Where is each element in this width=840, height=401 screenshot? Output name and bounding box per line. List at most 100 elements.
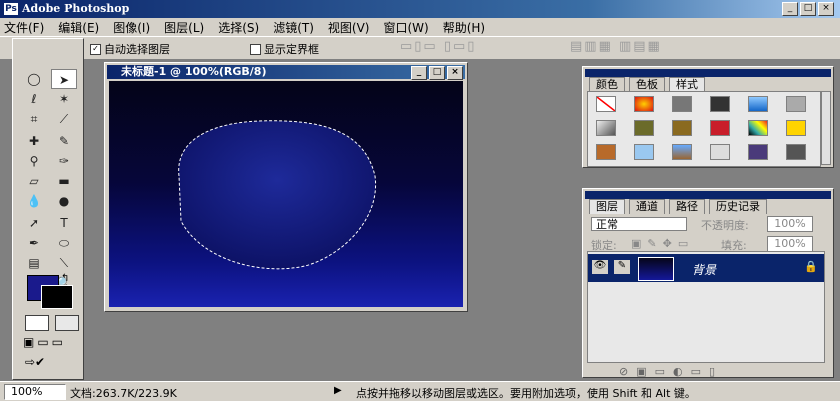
style-swatch[interactable] — [634, 120, 654, 136]
crop-tool-icon[interactable]: ⌗ — [21, 109, 47, 129]
gradient-tool-icon[interactable]: ▬ — [51, 171, 77, 191]
style-none-swatch[interactable] — [596, 96, 616, 112]
close-button[interactable]: × — [818, 2, 834, 16]
brush-tool-icon[interactable]: ✎ — [51, 131, 77, 151]
tab-swatches[interactable]: 色板 — [629, 77, 665, 92]
style-swatch[interactable] — [786, 144, 806, 160]
lasso-tool-icon[interactable]: ℓ — [21, 89, 47, 109]
style-swatch[interactable] — [634, 144, 654, 160]
menu-layer[interactable]: 图层(L) — [164, 19, 204, 36]
menu-help[interactable]: 帮助(H) — [443, 19, 485, 36]
eraser-tool-icon[interactable]: ▱ — [21, 171, 47, 191]
layers-panel: 图层 通道 路径 历史记录 正常 不透明度: 100% 锁定: ▣✎✥▭ 填充:… — [582, 188, 834, 378]
status-hint-text: 点按并拖移以移动图层或选区。要用附加选项，使用 Shift 和 Alt 键。 — [356, 387, 696, 400]
styles-grid — [587, 91, 821, 167]
style-swatch[interactable] — [596, 144, 616, 160]
photoshop-logo-icon: Ps — [4, 3, 18, 15]
tab-paths[interactable]: 路径 — [669, 199, 705, 214]
move-tool-icon[interactable]: ➤ — [51, 69, 77, 89]
bounding-box-checkbox[interactable] — [250, 42, 261, 55]
layers-list: 👁 ✎ 背景 🔒 — [587, 251, 825, 363]
auto-select-checkbox[interactable]: ✓ — [90, 42, 101, 55]
selection-marquee — [178, 120, 377, 270]
dodge-tool-icon[interactable]: ● — [51, 191, 77, 211]
background-color-swatch[interactable] — [41, 285, 73, 309]
menu-view[interactable]: 视图(V) — [328, 19, 370, 36]
history-brush-icon[interactable]: ✑ — [51, 151, 77, 171]
options-bar: ➶ ✓ 自动选择图层 显示定界框 ▭▯▭ ▯▭▯ ▤▥▦ ▥▤▦ — [0, 36, 840, 60]
tab-history[interactable]: 历史记录 — [709, 199, 767, 214]
shape-tool-icon[interactable]: ⬭ — [51, 233, 77, 253]
style-swatch[interactable] — [710, 144, 730, 160]
style-swatch[interactable] — [786, 120, 806, 136]
marquee-tool-icon[interactable]: ◯ — [21, 69, 47, 89]
quick-mask-button[interactable] — [55, 315, 79, 331]
style-swatch[interactable] — [710, 96, 730, 112]
style-swatch[interactable] — [786, 96, 806, 112]
slice-tool-icon[interactable]: ⟋ — [51, 109, 77, 129]
fill-input[interactable]: 100% — [767, 236, 813, 252]
type-tool-icon[interactable]: T — [51, 213, 77, 233]
tab-color[interactable]: 颜色 — [589, 77, 625, 92]
style-swatch[interactable] — [672, 96, 692, 112]
doc-maximize-button[interactable]: □ — [429, 66, 445, 80]
menu-filter[interactable]: 滤镜(T) — [273, 19, 314, 36]
doc-size-text: 文档:263.7K/223.9K — [70, 387, 177, 400]
menu-file[interactable]: 文件(F) — [4, 19, 44, 36]
layer-name: 背景 — [692, 263, 717, 277]
status-arrow-icon[interactable]: ▶ — [334, 385, 342, 396]
jump-to-imageready-icon[interactable]: ⇨✔ — [25, 355, 45, 369]
style-swatch[interactable] — [672, 144, 692, 160]
opacity-label: 不透明度: — [701, 219, 749, 232]
tab-channels[interactable]: 通道 — [629, 199, 665, 214]
swap-colors-icon[interactable]: ↰ — [61, 273, 69, 284]
app-title: Adobe Photoshop — [22, 2, 130, 15]
layer-row[interactable]: 👁 ✎ 背景 🔒 — [588, 254, 824, 282]
doc-minimize-button[interactable]: _ — [411, 66, 427, 80]
style-swatch[interactable] — [748, 144, 768, 160]
doc-close-button[interactable]: × — [447, 66, 463, 80]
eyedropper-tool-icon[interactable]: ⟍ — [51, 253, 77, 273]
style-swatch[interactable] — [596, 120, 616, 136]
document-canvas[interactable] — [109, 81, 463, 307]
brush-link-icon[interactable]: ✎ — [614, 260, 630, 274]
status-bar: 100% 文档:263.7K/223.9K ▶ 点按并拖移以移动图层或选区。要用… — [0, 381, 840, 401]
eye-icon[interactable]: 👁 — [592, 260, 608, 274]
pen-tool-icon[interactable]: ✒ — [21, 233, 47, 253]
document-title-bar: 未标题-1 @ 100%(RGB/8) _ □ × — [107, 65, 465, 80]
layer-actions-icon[interactable]: ⊘▣▭◐▭▯ — [619, 365, 723, 378]
blur-tool-icon[interactable]: 💧 — [21, 191, 47, 211]
standard-mode-button[interactable] — [25, 315, 49, 331]
tab-styles[interactable]: 样式 — [669, 77, 705, 92]
style-swatch[interactable] — [672, 120, 692, 136]
menu-image[interactable]: 图像(I) — [113, 19, 150, 36]
screen-mode-icon[interactable]: ▣▭▭ — [23, 335, 66, 349]
layers-panel-titlebar — [585, 191, 831, 199]
styles-panel: 颜色 色板 样式 — [582, 66, 834, 168]
magic-wand-tool-icon[interactable]: ✶ — [51, 89, 77, 109]
opacity-input[interactable]: 100% — [767, 216, 813, 232]
distribute-buttons-icon[interactable]: ▤▥▦ ▥▤▦ — [570, 39, 662, 54]
tab-layers[interactable]: 图层 — [589, 199, 625, 214]
blend-mode-select[interactable]: 正常 — [591, 217, 687, 231]
style-swatch[interactable] — [710, 120, 730, 136]
menu-select[interactable]: 选择(S) — [218, 19, 259, 36]
healing-brush-icon[interactable]: ✚ — [21, 131, 47, 151]
notes-tool-icon[interactable]: ▤ — [21, 253, 47, 273]
style-swatch[interactable] — [634, 96, 654, 112]
zoom-field[interactable]: 100% — [4, 384, 66, 400]
document-window: 未标题-1 @ 100%(RGB/8) _ □ × — [104, 62, 468, 312]
clone-stamp-icon[interactable]: ⚲ — [21, 151, 47, 171]
styles-panel-titlebar — [585, 69, 831, 77]
maximize-button[interactable]: □ — [800, 2, 816, 16]
lock-options-icon[interactable]: ▣✎✥▭ — [631, 237, 694, 250]
menu-window[interactable]: 窗口(W) — [383, 19, 428, 36]
path-select-tool-icon[interactable]: ➚ — [21, 213, 47, 233]
menu-edit[interactable]: 编辑(E) — [58, 19, 99, 36]
minimize-button[interactable]: _ — [782, 2, 798, 16]
align-buttons-icon[interactable]: ▭▯▭ ▯▭▯ — [400, 39, 476, 54]
style-swatch[interactable] — [748, 120, 768, 136]
styles-scrollbar[interactable] — [821, 91, 831, 165]
lock-icon: 🔒 — [804, 260, 818, 273]
style-swatch[interactable] — [748, 96, 768, 112]
